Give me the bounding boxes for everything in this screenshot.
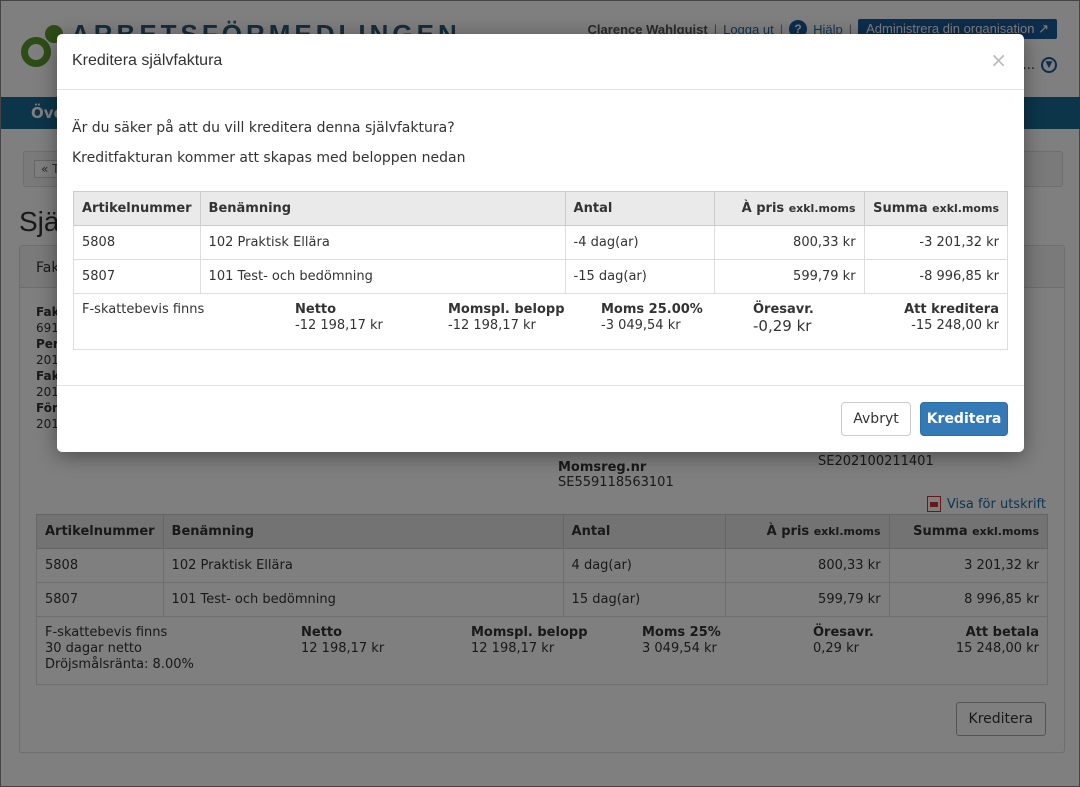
- confirm-info: Kreditfakturan kommer att skapas med bel…: [72, 150, 466, 166]
- dialog-body: Är du säker på att du vill kreditera den…: [57, 90, 1024, 386]
- dialog-title: Kreditera självfaktura: [72, 52, 223, 69]
- credit-summary: F-skattebevis finns Netto -12 198,17 kr M…: [73, 294, 1008, 350]
- confirm-question: Är du säker på att du vill kreditera den…: [72, 120, 455, 136]
- close-icon[interactable]: ×: [990, 48, 1007, 72]
- credit-dialog: Kreditera självfaktura × Är du säker på …: [57, 34, 1024, 452]
- table-row: 5807 101 Test- och bedömning -15 dag(ar) 5…: [73, 259, 1009, 294]
- credit-table: Artikelnummer Benämning Antal À pris exk…: [73, 191, 1009, 350]
- dialog-footer: Avbryt Kreditera: [57, 386, 1024, 452]
- kreditera-button[interactable]: Kreditera: [920, 402, 1008, 436]
- cancel-button[interactable]: Avbryt: [841, 402, 911, 436]
- dialog-header: Kreditera självfaktura ×: [57, 34, 1024, 90]
- table-row: 5808 102 Praktisk Ellära -4 dag(ar) 800,33…: [73, 225, 1009, 260]
